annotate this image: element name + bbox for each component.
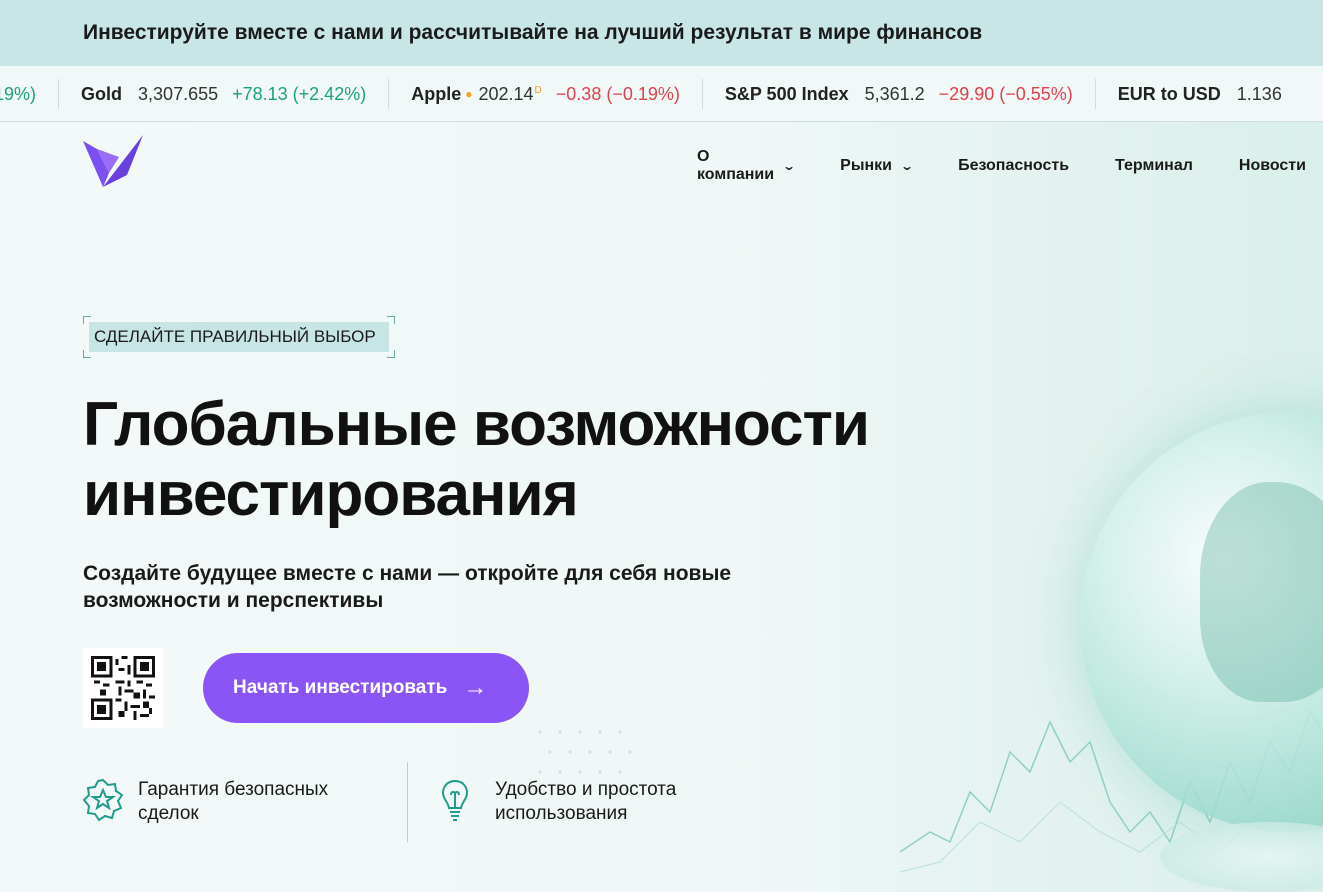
ticker-name: EUR to USD — [1117, 83, 1221, 104]
ticker-change: −29.90 (−0.55%) — [938, 83, 1073, 104]
ticker-name: S&P 500 Index — [724, 83, 849, 104]
ticker-delay-marker: D — [534, 84, 542, 96]
market-ticker: 19%) Gold 3,307.655 +78.13 (+2.42%) Appl… — [0, 66, 1323, 122]
globe-continent — [1200, 482, 1323, 702]
hero-badge: СДЕЛАЙТЕ ПРАВИЛЬНЫЙ ВЫБОР — [83, 316, 395, 358]
ticker-price: 1.136 — [1236, 83, 1282, 104]
feature-text: Удобство и простота использования — [495, 779, 677, 824]
chevron-down-icon: ⌄ — [782, 159, 797, 173]
nav-item-label: Терминал — [1115, 157, 1193, 174]
feature-divider — [407, 762, 408, 842]
ticker-change: −0.38 (−0.19%) — [555, 83, 680, 104]
nav-item-markets[interactable]: Рынки ⌄ — [840, 157, 915, 175]
ticker-price: 3,307.655 — [138, 83, 219, 104]
feature-secure-deals: Гарантия безопасных сделок — [83, 778, 378, 826]
lightbulb-icon — [441, 779, 469, 821]
promo-banner: Инвестируйте вместе с нами и рассчитывай… — [0, 0, 1323, 66]
brand-logo[interactable] — [83, 135, 145, 197]
nav-item-label: Новости — [1238, 157, 1306, 174]
feature-ease-of-use: Удобство и простота использования — [440, 778, 735, 826]
hero-headline: Глобальные возможности инвестирования — [83, 390, 903, 530]
nav-item-security[interactable]: Безопасность — [958, 157, 1069, 175]
chevron-down-icon: ⌄ — [899, 159, 915, 173]
nav-item-about[interactable]: О компании ⌄ — [697, 148, 797, 184]
headline-line-1: Глобальные возможности — [83, 390, 870, 459]
ticker-track: 19%) Gold 3,307.655 +78.13 (+2.42%) Appl… — [0, 66, 1318, 121]
feature-text: Гарантия безопасных сделок — [138, 779, 329, 824]
nav-item-label: О компании — [697, 148, 775, 183]
promo-text: Инвестируйте вместе с нами и рассчитывай… — [83, 21, 983, 44]
star-badge-icon — [83, 778, 123, 822]
hero-subtitle: Создайте будущее вместе с нами — откройт… — [83, 562, 732, 612]
headline-line-2: инвестирования — [83, 460, 579, 529]
ticker-price: 202.14D — [478, 83, 542, 104]
qr-code — [83, 648, 163, 728]
nav-item-label: Рынки — [840, 157, 892, 174]
nav-item-news[interactable]: Новости — [1239, 157, 1306, 175]
ticker-change: 19%) — [0, 83, 37, 104]
ticker-name: Gold — [81, 83, 123, 104]
ticker-change: +78.13 (+2.42%) — [232, 83, 367, 104]
hero-badge-text: СДЕЛАЙТЕ ПРАВИЛЬНЫЙ ВЫБОР — [89, 322, 389, 352]
main-nav: О компании ⌄ Рынки ⌄ Безопасность Термин… — [697, 148, 1323, 183]
ticker-item-apple[interactable]: Apple ● 202.14D −0.38 (−0.19%) — [389, 79, 703, 109]
ticker-item-gold[interactable]: Gold 3,307.655 +78.13 (+2.42%) — [59, 79, 390, 109]
ticker-item-partial[interactable]: 19%) — [0, 79, 60, 109]
market-status-dot-icon: ● — [465, 87, 473, 101]
arrow-right-icon: → — [463, 674, 488, 701]
ticker-item-sp500[interactable]: S&P 500 Index 5,361.2 −29.90 (−0.55%) — [703, 79, 1096, 109]
ticker-name: Apple — [411, 83, 462, 104]
start-investing-button[interactable]: Начать инвестировать → — [203, 653, 529, 723]
cta-label: Начать инвестировать — [233, 677, 448, 698]
ticker-item-eurusd[interactable]: EUR to USD 1.136 — [1096, 79, 1318, 109]
ticker-price: 5,361.2 — [864, 83, 925, 104]
nav-item-label: Безопасность — [958, 157, 1070, 174]
nav-item-terminal[interactable]: Терминал — [1115, 157, 1193, 175]
